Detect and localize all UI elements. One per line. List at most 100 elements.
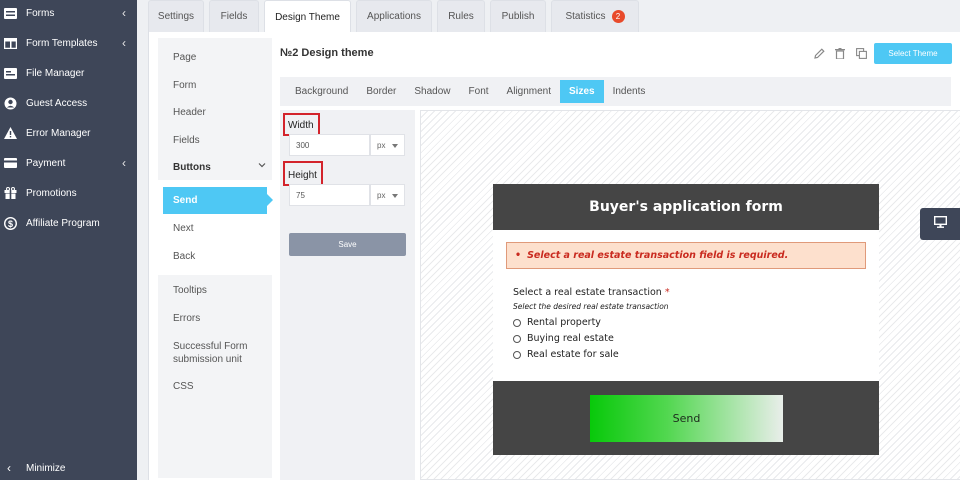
tab-settings[interactable]: Settings (148, 0, 204, 32)
subtab-font[interactable]: Font (460, 80, 498, 103)
chevron-left-icon: ‹ (122, 36, 126, 50)
menu-item-page[interactable]: Page (158, 52, 272, 63)
send-button[interactable]: Send (590, 395, 783, 442)
sidebar-item-guest-access[interactable]: Guest Access (0, 88, 137, 118)
sidebar-item-label: Form Templates (26, 37, 98, 49)
size-settings-panel: Width 300 px Height 75 px Save (280, 110, 415, 480)
radio-button[interactable] (513, 334, 521, 343)
subtab-alignment[interactable]: Alignment (498, 80, 560, 103)
pencil-icon[interactable] (813, 47, 825, 59)
width-input[interactable]: 300 (289, 134, 370, 156)
tab-label: Applications (367, 11, 421, 22)
unit-label: px (377, 190, 386, 200)
menu-item-errors[interactable]: Errors (158, 313, 272, 324)
sidebar-item-label: Guest Access (26, 97, 88, 109)
question-label: Select a real estate transaction * (513, 287, 670, 298)
sidebar-item-file-manager[interactable]: File Manager (0, 58, 137, 88)
sidebar-item-label: Payment (26, 157, 66, 169)
tab-fields[interactable]: Fields (209, 0, 259, 32)
menu-item-css[interactable]: CSS (158, 381, 272, 392)
option-label: Rental property (527, 317, 601, 328)
menu-item-send[interactable]: Send (163, 187, 273, 214)
unit-label: px (377, 140, 386, 150)
question-hint: Select the desired real estate transacti… (513, 302, 669, 311)
radio-button[interactable] (513, 350, 521, 359)
height-input[interactable]: 75 (289, 184, 370, 206)
chevron-left-icon: ‹ (122, 6, 126, 20)
minimize-button[interactable]: ‹ Minimize (0, 456, 137, 480)
form-title: Buyer's application form (493, 184, 879, 230)
sidebar-item-promotions[interactable]: Promotions (0, 178, 137, 208)
sidebar-item-affiliate-program[interactable]: $ Affiliate Program (0, 208, 137, 238)
copy-icon[interactable] (855, 47, 867, 59)
desktop-preview-toggle[interactable] (920, 208, 960, 240)
subtab-sizes[interactable]: Sizes (560, 80, 604, 103)
warning-icon (3, 126, 17, 140)
radio-option[interactable]: Rental property (513, 317, 601, 328)
menu-item-buttons[interactable]: Buttons (158, 162, 272, 173)
file-manager-icon (3, 66, 17, 80)
menu-item-fields[interactable]: Fields (158, 135, 272, 146)
chevron-left-icon: ‹ (7, 461, 11, 475)
tab-design-theme[interactable]: Design Theme (264, 0, 351, 33)
sidebar-item-form-templates[interactable]: Form Templates ‹ (0, 28, 137, 58)
width-unit-select[interactable]: px (370, 134, 405, 156)
tab-publish[interactable]: Publish (490, 0, 546, 32)
width-label: Width (288, 120, 314, 131)
menu-item-form[interactable]: Form (158, 80, 272, 91)
chevron-down-icon (258, 161, 266, 172)
chevron-down-icon (392, 144, 398, 148)
subtab-indents[interactable]: Indents (604, 80, 655, 103)
subtab-background[interactable]: Background (280, 80, 357, 103)
preview-form: Buyer's application form • Select a real… (493, 184, 879, 455)
sidebar-item-forms[interactable]: Forms ‹ (0, 0, 137, 28)
settings-menu: Page Form Header Fields Buttons Send Nex… (158, 38, 273, 478)
chevron-down-icon (392, 194, 398, 198)
sidebar-item-error-manager[interactable]: Error Manager (0, 118, 137, 148)
tab-statistics[interactable]: Statistics 2 (551, 0, 639, 32)
radio-button[interactable] (513, 318, 521, 327)
page-title: №2 Design theme (280, 47, 374, 59)
forms-icon (3, 6, 17, 20)
sidebar-item-label: Affiliate Program (26, 217, 100, 229)
monitor-icon (933, 215, 947, 233)
menu-item-next[interactable]: Next (158, 223, 272, 234)
menu-item-successful-form-submission[interactable]: Successful Form submission unit (158, 340, 253, 366)
sidebar-item-label: Promotions (26, 187, 77, 199)
sidebar-item-label: File Manager (26, 67, 85, 79)
tab-applications[interactable]: Applications (356, 0, 432, 32)
question-text: Select a real estate transaction (513, 287, 662, 298)
tab-label: Settings (157, 11, 195, 22)
required-mark: * (664, 287, 670, 298)
height-label: Height (288, 170, 317, 181)
radio-option[interactable]: Buying real estate (513, 333, 614, 344)
height-unit-select[interactable]: px (370, 184, 405, 206)
theme-toolbar (813, 47, 867, 59)
payment-icon (3, 156, 17, 170)
menu-item-tooltips[interactable]: Tooltips (158, 285, 272, 296)
error-message: • Select a real estate transaction field… (506, 242, 866, 269)
sidebar-item-payment[interactable]: Payment ‹ (0, 148, 137, 178)
subtab-shadow[interactable]: Shadow (405, 80, 459, 103)
tab-bar: Settings Fields Design Theme Application… (148, 0, 644, 33)
option-label: Real estate for sale (527, 349, 619, 360)
tab-label: Fields (220, 11, 248, 22)
menu-item-header[interactable]: Header (158, 107, 272, 118)
trash-icon[interactable] (834, 47, 846, 59)
tab-label: Rules (448, 11, 474, 22)
sidebar: Forms ‹ Form Templates ‹ File Manager Gu… (0, 0, 137, 480)
select-theme-button[interactable]: Select Theme (874, 43, 952, 64)
tab-rules[interactable]: Rules (437, 0, 485, 32)
form-footer: Send (493, 381, 879, 455)
menu-item-back[interactable]: Back (158, 251, 272, 262)
subtab-border[interactable]: Border (357, 80, 405, 103)
tab-label: Publish (501, 11, 535, 22)
tab-label: Design Theme (275, 11, 340, 23)
minimize-label: Minimize (26, 462, 66, 474)
dollar-icon: $ (3, 216, 17, 230)
save-button[interactable]: Save (289, 233, 406, 256)
error-bullet: • (515, 250, 522, 261)
svg-text:$: $ (7, 218, 12, 228)
content-panel: Page Form Header Fields Buttons Send Nex… (148, 32, 960, 480)
radio-option[interactable]: Real estate for sale (513, 349, 619, 360)
